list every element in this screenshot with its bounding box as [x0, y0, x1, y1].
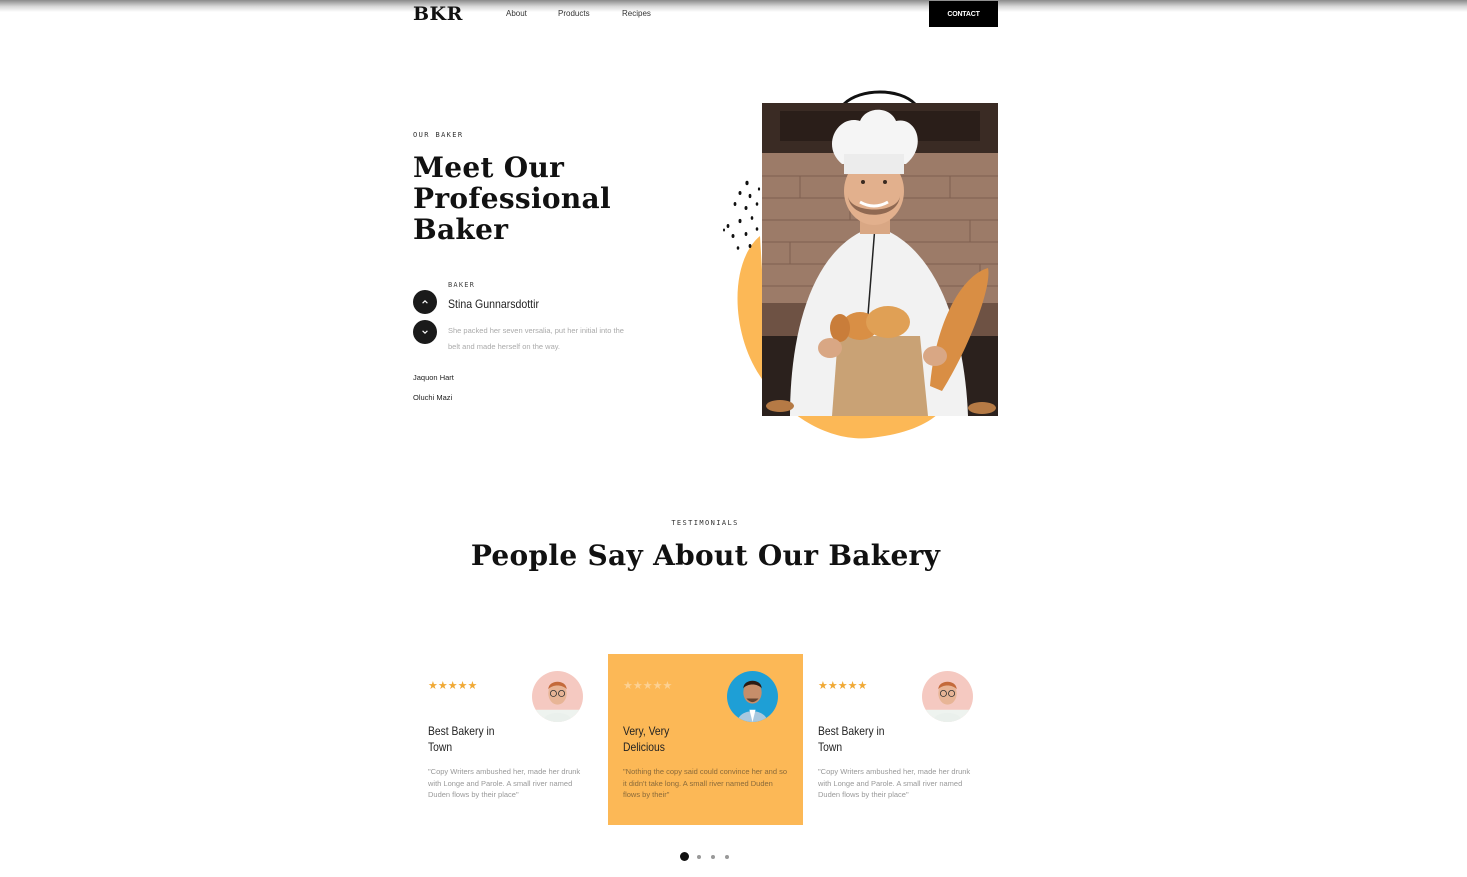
nav-link-products[interactable]: Products — [558, 9, 590, 18]
nav-link-recipes[interactable]: Recipes — [622, 9, 651, 18]
baker-role: BAKER — [448, 281, 476, 289]
baker-name: Stina Gunnarsdottir — [448, 297, 539, 311]
avatar — [532, 671, 583, 722]
testimonial-title: Best Bakery in Town — [818, 724, 885, 754]
star-rating: ★★★★★ — [623, 680, 673, 692]
baker-description: She packed her seven versalia, put her i… — [448, 326, 624, 351]
testimonials-eyebrow: TESTIMONIALS — [671, 519, 739, 527]
testimonial-quote: "Copy Writers ambushed her, made her dru… — [428, 767, 581, 799]
chevron-up-icon — [422, 300, 428, 304]
baker-list-item[interactable]: Jaquon Hart — [413, 373, 454, 382]
baker-section-title: Meet Our Professional Baker — [413, 151, 611, 246]
carousel-dot-2[interactable] — [697, 854, 701, 859]
testimonials-title: People Say About Our Bakery — [470, 539, 941, 572]
carousel-pagination — [680, 852, 739, 861]
testimonial-quote: "Copy Writers ambushed her, made her dru… — [818, 767, 971, 799]
testimonial-quote: "Nothing the copy said could convince he… — [623, 767, 788, 799]
chevron-down-icon — [422, 330, 428, 334]
star-rating: ★★★★★ — [428, 680, 478, 692]
baker-list-item[interactable]: Oluchi Mazi — [413, 393, 452, 402]
navbar: BKR About Products Recipes CONTACT — [413, 0, 998, 28]
star-rating: ★★★★★ — [818, 680, 868, 692]
testimonial-title: Very, Very Delicious — [623, 724, 670, 754]
baker-photo — [720, 86, 1000, 442]
testimonial-card[interactable]: ★★★★★ Best Bakery in Town "Copy Writers … — [803, 654, 998, 825]
carousel-dot-1[interactable] — [680, 852, 689, 861]
contact-button[interactable]: CONTACT — [929, 1, 998, 27]
next-baker-button[interactable] — [413, 320, 437, 344]
avatar — [922, 671, 973, 722]
testimonial-card[interactable]: ★★★★★ Best Bakery in Town "Copy Writers … — [413, 654, 608, 825]
testimonial-card-active[interactable]: ★★★★★ Very, Very Delicious "Nothing the … — [608, 654, 803, 825]
nav-link-about[interactable]: About — [506, 9, 527, 18]
baker-eyebrow: OUR BAKER — [413, 131, 464, 139]
previous-baker-button[interactable] — [413, 290, 437, 314]
carousel-dot-4[interactable] — [725, 854, 729, 859]
brand-logo[interactable]: BKR — [413, 3, 463, 25]
avatar — [727, 671, 778, 722]
carousel-dot-3[interactable] — [711, 854, 715, 859]
testimonial-title: Best Bakery in Town — [428, 724, 495, 754]
